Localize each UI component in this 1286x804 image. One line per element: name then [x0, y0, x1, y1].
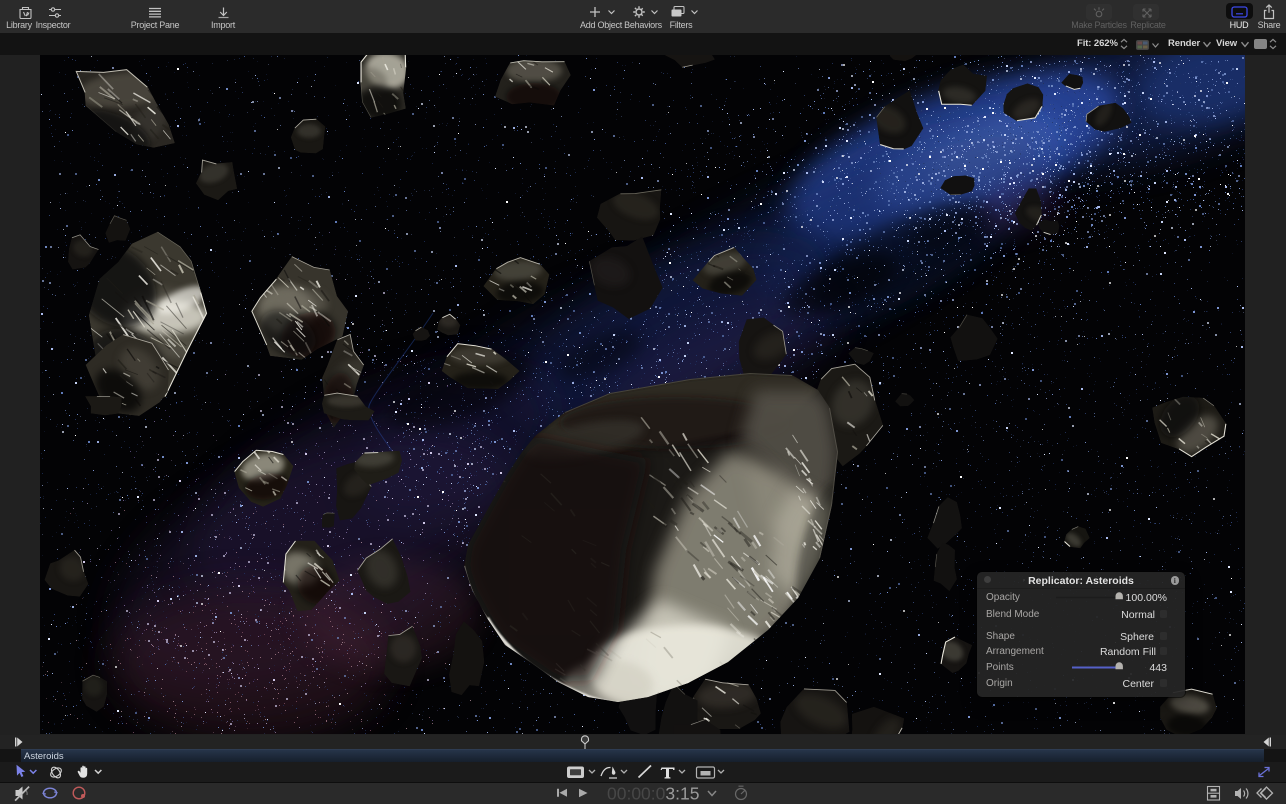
svg-text:00:00:03:15: 00:00:03:15	[607, 784, 699, 804]
